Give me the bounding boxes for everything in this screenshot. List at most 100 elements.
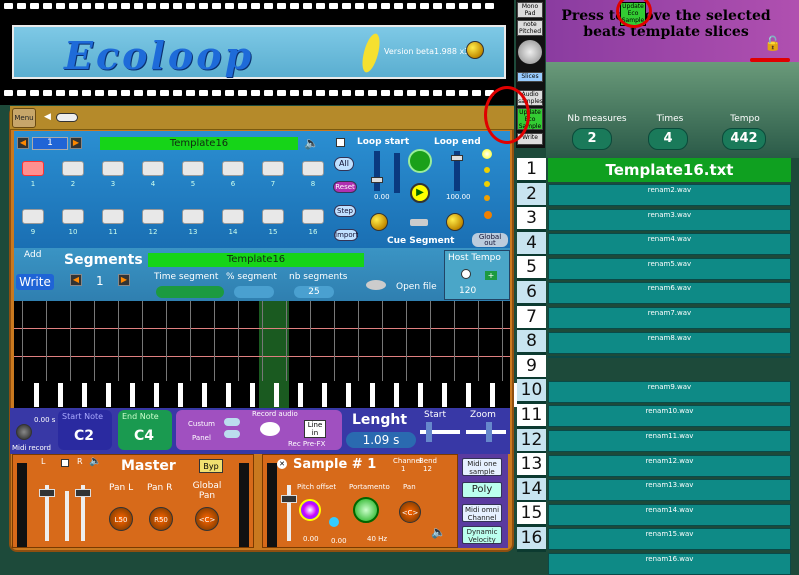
slices-button[interactable]: Slices bbox=[517, 72, 543, 82]
note-pitched-button[interactable]: note Pitched bbox=[517, 20, 543, 36]
zoom-slider-handle[interactable] bbox=[486, 422, 492, 442]
pct-segment-field[interactable] bbox=[234, 286, 274, 298]
pad-button[interactable] bbox=[142, 209, 164, 224]
loop-start-slider[interactable] bbox=[374, 151, 380, 191]
nav-left-icon[interactable]: ◀ bbox=[44, 112, 51, 122]
file-row[interactable]: renam14.wav bbox=[548, 503, 791, 526]
master-fader-l-handle[interactable] bbox=[39, 489, 55, 497]
key-marker[interactable] bbox=[34, 383, 39, 407]
lock-icon[interactable]: 🔓 bbox=[764, 36, 781, 52]
import-button[interactable]: Import bbox=[334, 229, 358, 241]
menu-button[interactable]: Menu bbox=[12, 108, 36, 128]
key-marker[interactable] bbox=[442, 383, 447, 407]
master-fader-center[interactable] bbox=[65, 491, 69, 541]
file-row[interactable]: renam15.wav bbox=[548, 528, 791, 551]
pad-button[interactable] bbox=[182, 161, 204, 176]
pad-button[interactable] bbox=[22, 209, 44, 224]
pad-button[interactable] bbox=[222, 209, 244, 224]
cue-link-button[interactable] bbox=[410, 219, 428, 226]
file-row[interactable]: renam13.wav bbox=[548, 479, 791, 502]
key-marker[interactable] bbox=[130, 383, 135, 407]
key-marker[interactable] bbox=[274, 383, 279, 407]
open-file-button-icon[interactable] bbox=[366, 280, 386, 290]
row-number[interactable]: 2 bbox=[517, 182, 546, 205]
sample-pan-knob[interactable]: <C> bbox=[399, 501, 421, 523]
row-number[interactable]: 1 bbox=[517, 158, 546, 180]
key-marker[interactable] bbox=[322, 383, 327, 407]
mono-pad-button[interactable]: Mono Pad bbox=[517, 2, 543, 18]
key-marker[interactable] bbox=[226, 383, 231, 407]
pitch-fine-knob[interactable] bbox=[329, 517, 339, 527]
portamento-knob[interactable] bbox=[353, 497, 379, 523]
row-number[interactable]: 14 bbox=[517, 477, 546, 500]
key-marker[interactable] bbox=[178, 383, 183, 407]
loop-fine-slider[interactable] bbox=[394, 153, 400, 193]
row-number[interactable]: 10 bbox=[517, 379, 546, 402]
pad-button[interactable] bbox=[22, 161, 44, 176]
segment-prev-button[interactable]: ◀ bbox=[70, 274, 82, 286]
loop-start-slider-handle[interactable] bbox=[371, 177, 383, 183]
key-marker[interactable] bbox=[58, 383, 63, 407]
row-number[interactable]: 8 bbox=[517, 330, 546, 353]
key-marker[interactable] bbox=[154, 383, 159, 407]
row-number[interactable]: 4 bbox=[517, 231, 546, 254]
key-marker[interactable] bbox=[394, 383, 399, 407]
speaker-icon[interactable]: 🔈 bbox=[304, 136, 319, 150]
file-row[interactable]: renam6.wav bbox=[548, 282, 791, 305]
keyboard-strip[interactable] bbox=[14, 381, 519, 408]
pad-button[interactable] bbox=[302, 161, 324, 176]
key-marker[interactable] bbox=[298, 383, 303, 407]
pad-button[interactable] bbox=[262, 209, 284, 224]
pad-button[interactable] bbox=[102, 161, 124, 176]
key-marker[interactable] bbox=[370, 383, 375, 407]
midi-one-sample-button[interactable]: Midi one sample bbox=[462, 458, 502, 476]
slices-dial-icon[interactable] bbox=[518, 40, 542, 64]
key-marker[interactable] bbox=[466, 383, 471, 407]
file-row[interactable]: renam16.wav bbox=[548, 553, 791, 575]
record-button[interactable] bbox=[260, 422, 280, 436]
row-number[interactable]: 11 bbox=[517, 404, 546, 426]
segment-next-button[interactable]: ▶ bbox=[118, 274, 130, 286]
global-pan-knob[interactable]: <C> bbox=[195, 507, 219, 531]
cue-end-knob[interactable] bbox=[446, 213, 464, 231]
host-tempo-knob[interactable] bbox=[461, 269, 471, 279]
row-number[interactable]: 15 bbox=[517, 502, 546, 525]
file-row[interactable] bbox=[548, 356, 791, 359]
key-marker[interactable] bbox=[418, 383, 423, 407]
row-number[interactable]: 9 bbox=[517, 354, 546, 377]
template-index[interactable]: 1 bbox=[32, 137, 68, 150]
file-row[interactable]: renam7.wav bbox=[548, 307, 791, 329]
loop-cycle-icon[interactable] bbox=[408, 149, 432, 173]
pad-button[interactable] bbox=[262, 161, 284, 176]
sample-volume-fader-handle[interactable] bbox=[281, 495, 297, 503]
waveform-view[interactable] bbox=[14, 301, 519, 408]
tempo-value[interactable]: 442 bbox=[722, 128, 766, 150]
row-number[interactable]: 12 bbox=[517, 428, 546, 451]
pad-button[interactable] bbox=[182, 209, 204, 224]
file-row[interactable]: renam10.wav bbox=[548, 405, 791, 428]
midi-omni-button[interactable]: Midi omni Channel bbox=[462, 504, 502, 522]
row-number[interactable]: 13 bbox=[517, 453, 546, 476]
row-number[interactable]: 3 bbox=[517, 207, 546, 230]
pad-button[interactable] bbox=[222, 161, 244, 176]
file-row[interactable]: renam2.wav bbox=[548, 184, 791, 206]
row-number[interactable]: 5 bbox=[517, 256, 546, 279]
loop-end-slider-handle[interactable] bbox=[451, 155, 463, 161]
midi-record-knob[interactable] bbox=[16, 424, 32, 440]
pad-button[interactable] bbox=[102, 209, 124, 224]
start-slider-handle[interactable] bbox=[426, 422, 432, 442]
custom-toggle[interactable] bbox=[224, 418, 240, 426]
sample-close-icon[interactable]: ✕ bbox=[277, 459, 287, 469]
key-marker[interactable] bbox=[82, 383, 87, 407]
pan-r-knob[interactable]: R50 bbox=[149, 507, 173, 531]
key-marker[interactable] bbox=[106, 383, 111, 407]
all-button[interactable]: All bbox=[334, 157, 354, 171]
file-row[interactable]: renam9.wav bbox=[548, 380, 791, 403]
pad-button[interactable] bbox=[62, 209, 84, 224]
row-number[interactable]: 6 bbox=[517, 281, 546, 303]
nb-measures-value[interactable]: 2 bbox=[572, 128, 612, 150]
bypass-button[interactable]: Byp bbox=[199, 459, 223, 473]
times-value[interactable]: 4 bbox=[648, 128, 688, 150]
key-marker[interactable] bbox=[250, 383, 255, 407]
dynamic-velocity-button[interactable]: Dynamic Velocity bbox=[462, 526, 502, 544]
